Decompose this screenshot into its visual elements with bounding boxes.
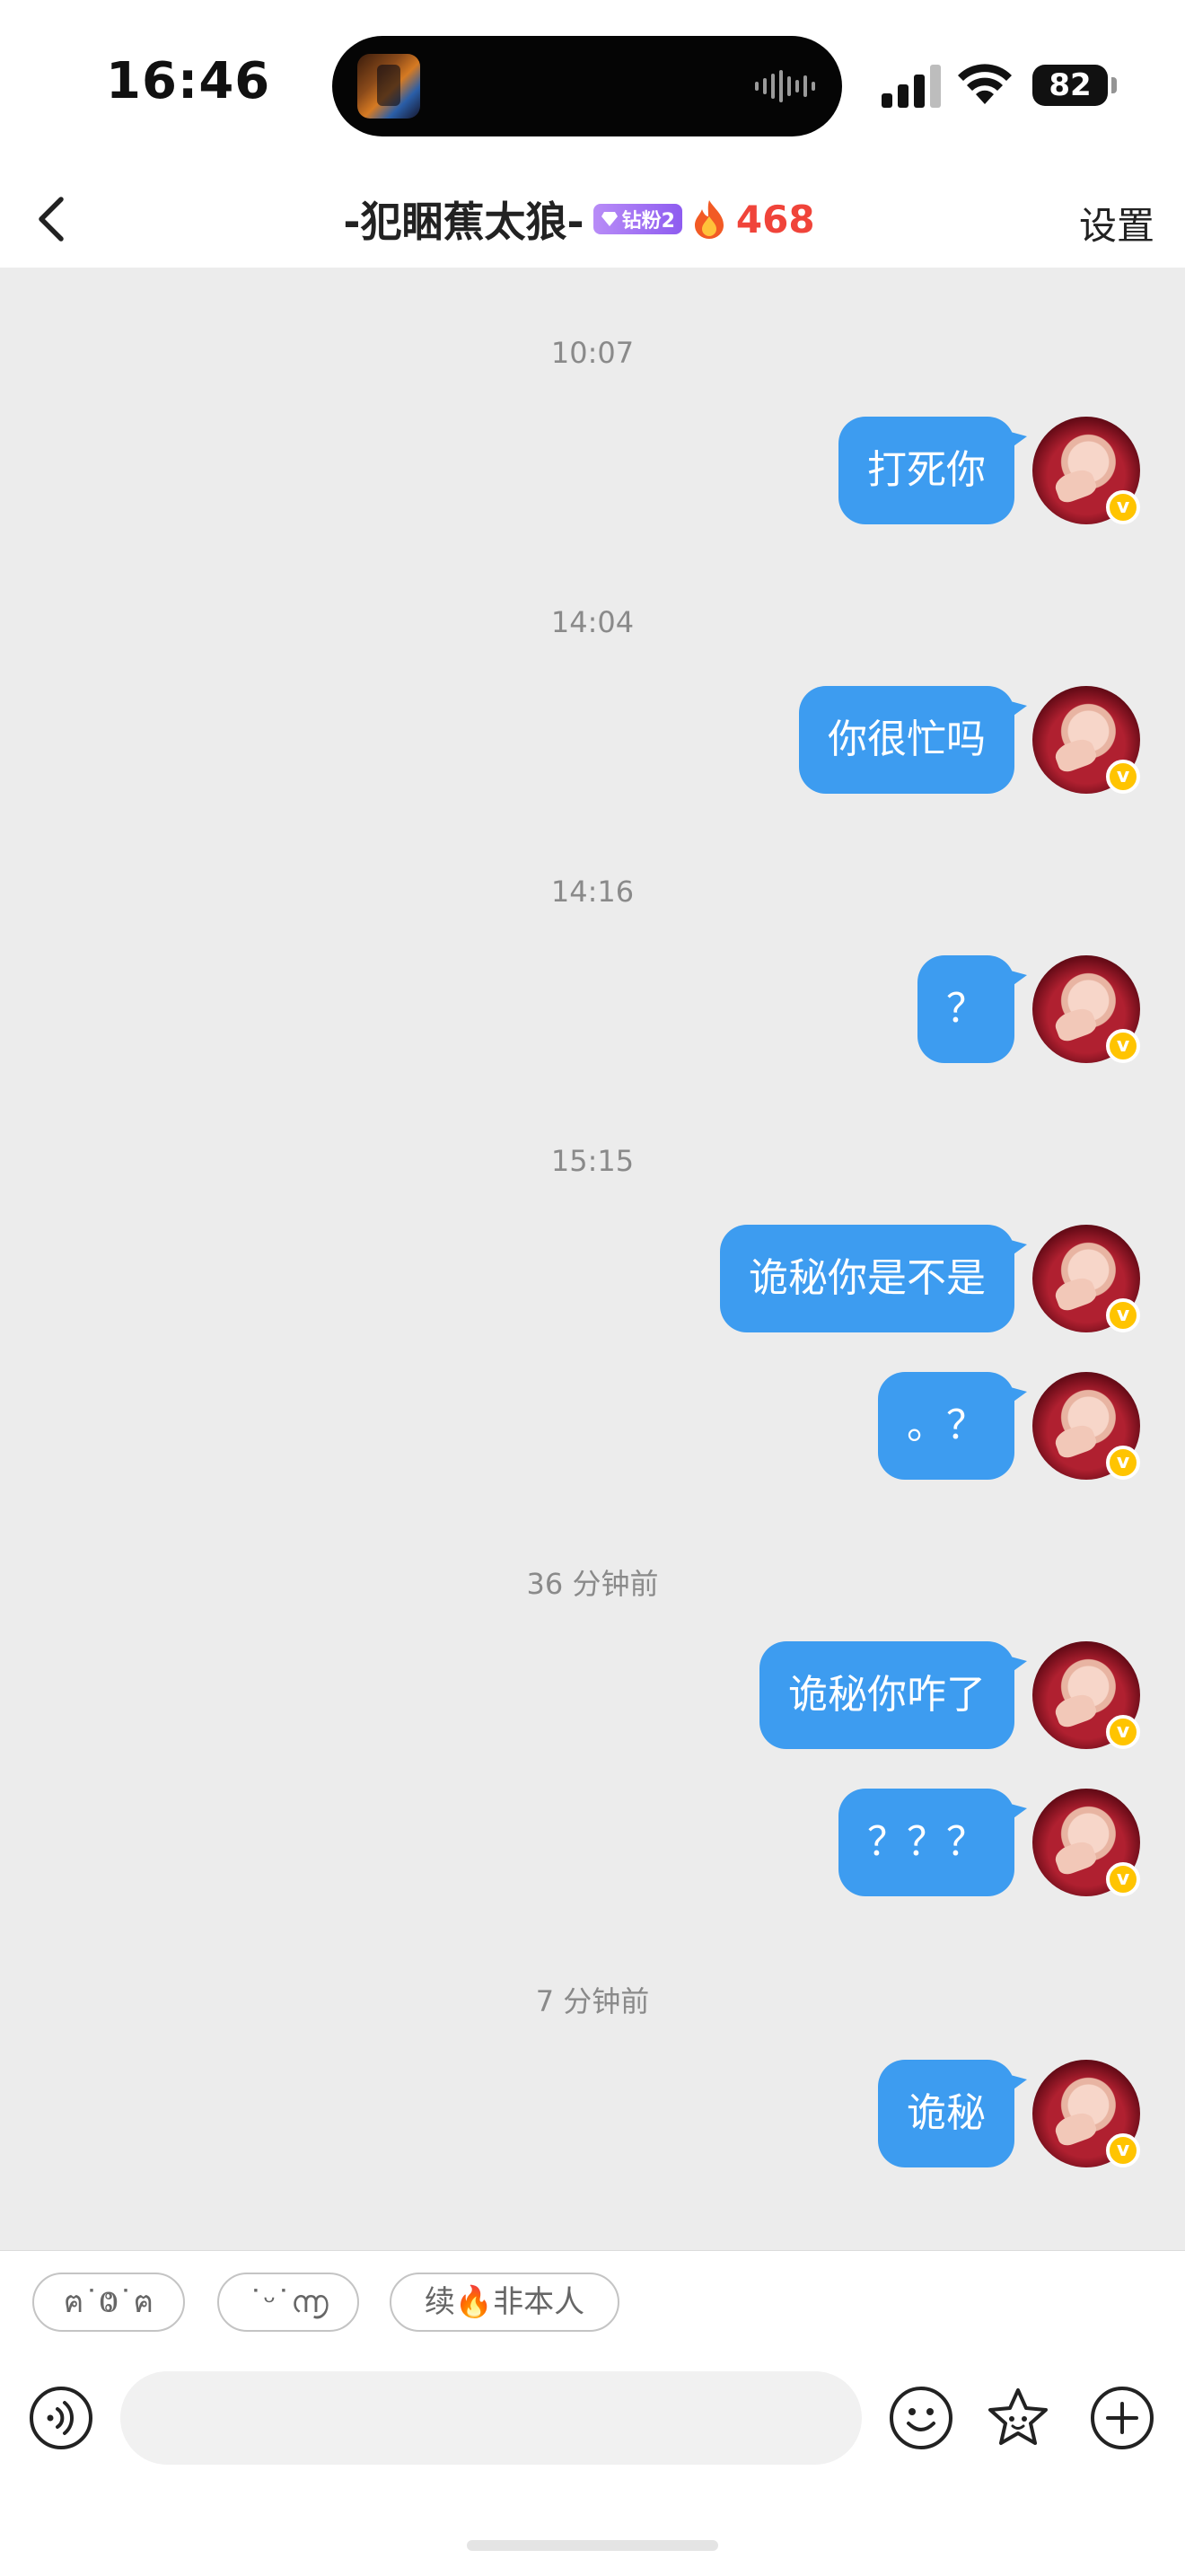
message-bubble[interactable]: ？？？: [838, 1789, 1027, 1896]
message-input[interactable]: [120, 2371, 862, 2465]
battery-icon: 82: [1032, 65, 1117, 108]
streak-count: 468: [735, 197, 815, 242]
dynamic-island[interactable]: [332, 36, 842, 136]
verified-badge-icon: v: [1106, 2133, 1140, 2167]
diamond-icon: [601, 212, 618, 226]
now-playing-artwork[interactable]: [357, 54, 420, 119]
quick-reply-chip[interactable]: 续🔥非本人: [390, 2273, 619, 2332]
message-bubble[interactable]: 诡秘你是不是: [720, 1225, 1027, 1332]
verified-badge-icon: v: [1106, 1715, 1140, 1749]
audio-waveform-icon: [755, 70, 815, 102]
message-bubble[interactable]: 你很忙吗: [799, 686, 1027, 794]
verified-badge-icon: v: [1106, 1446, 1140, 1480]
message-timestamp: 10:07: [550, 336, 635, 370]
add-more-icon[interactable]: [1090, 2386, 1154, 2450]
message-bubble[interactable]: 。？: [878, 1372, 1027, 1480]
message-timestamp: 14:04: [550, 605, 635, 639]
verified-badge-icon: v: [1106, 760, 1140, 794]
chat-header: -犯睏蕉太狼- 钻粉2 468 设置: [0, 171, 1185, 268]
emoji-icon[interactable]: [889, 2386, 953, 2450]
status-bar: 16:46 82: [0, 0, 1185, 171]
message-timestamp: 7 分钟前: [535, 1984, 650, 2018]
status-time: 16:46: [106, 52, 271, 110]
verified-badge-icon: v: [1106, 1029, 1140, 1063]
verified-badge-icon: v: [1106, 490, 1140, 524]
fire-icon: [694, 200, 724, 239]
fan-level-badge[interactable]: 钻粉2: [592, 204, 682, 234]
wifi-icon: [958, 64, 1012, 104]
sticker-star-icon[interactable]: [986, 2386, 1050, 2450]
message-bubble[interactable]: 打死你: [838, 417, 1027, 524]
quick-reply-chip[interactable]: ฅ˙Ⱉ˙ฅ: [32, 2273, 185, 2332]
message-timestamp: 15:15: [550, 1144, 635, 1178]
cellular-signal-icon: [882, 65, 941, 108]
home-indicator[interactable]: [467, 2540, 718, 2551]
message-bubble[interactable]: 诡秘你咋了: [759, 1641, 1027, 1749]
quick-reply-chip[interactable]: ˙ᵕ˙൬: [217, 2273, 359, 2332]
message-bubble[interactable]: 诡秘: [878, 2060, 1027, 2167]
battery-level: 82: [1049, 67, 1092, 103]
fan-level-label: 钻粉2: [621, 210, 675, 233]
message-bubble[interactable]: ？: [917, 955, 1027, 1063]
chat-title: -犯睏蕉太狼-: [343, 198, 584, 246]
voice-input-icon[interactable]: [29, 2386, 93, 2450]
message-timestamp: 14:16: [550, 875, 635, 909]
verified-badge-icon: v: [1106, 1298, 1140, 1332]
chat-title-area[interactable]: -犯睏蕉太狼- 钻粉2 468: [0, 171, 1185, 268]
message-timestamp: 36 分钟前: [526, 1567, 659, 1601]
input-panel: ฅ˙Ⱉ˙ฅ ˙ᵕ˙൬ 续🔥非本人: [0, 2250, 1185, 2576]
verified-badge-icon: v: [1106, 1862, 1140, 1896]
settings-button[interactable]: 设置: [1079, 196, 1154, 251]
